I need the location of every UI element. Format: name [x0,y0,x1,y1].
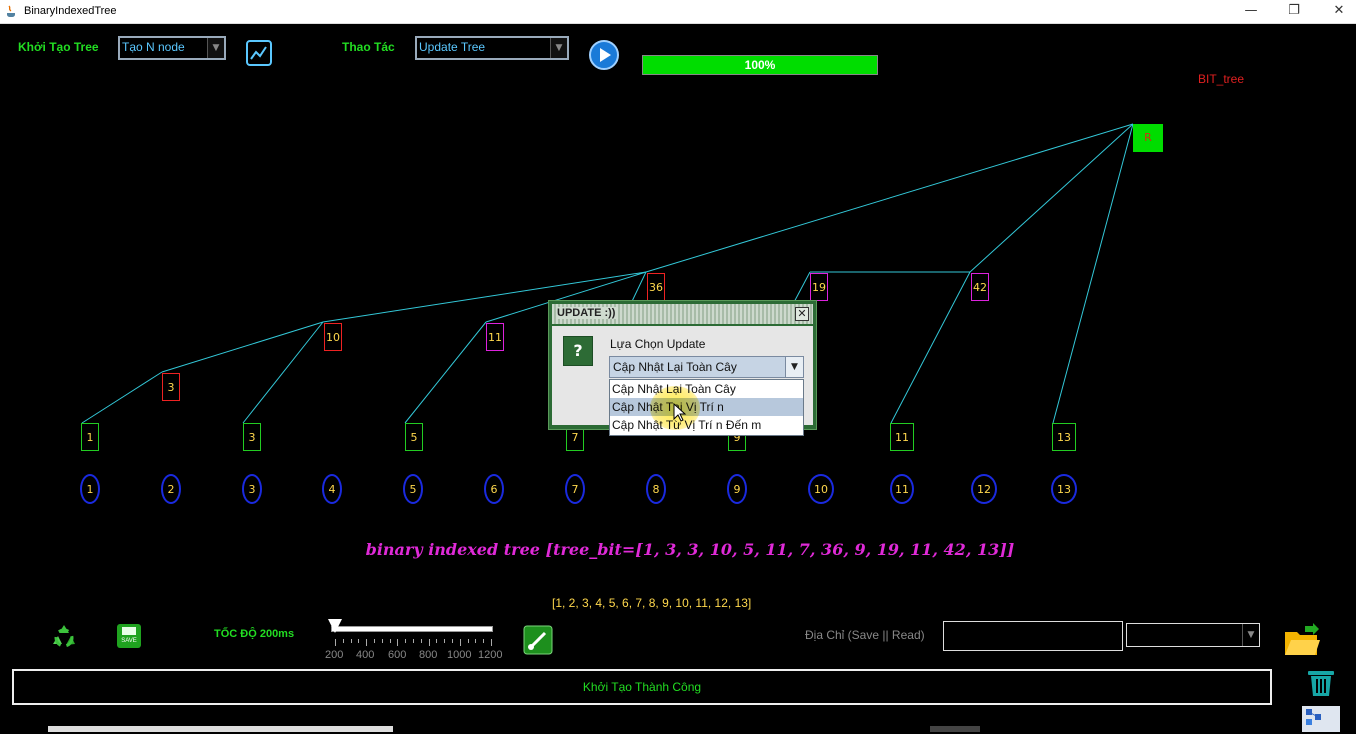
address-label: Địa Chỉ (Save || Read) [805,628,925,642]
slider-tick [444,639,446,643]
dialog-close-icon[interactable]: ✕ [795,307,809,321]
slider-tick [389,639,391,643]
index-node: 8 [646,474,666,504]
slider-tick [420,639,422,643]
slider-tick [342,639,344,643]
index-node: 5 [403,474,423,504]
dialog-titlebar: UPDATE :)) ✕ [552,304,813,324]
address-input[interactable] [943,621,1123,651]
slider-tick [413,639,414,643]
slider-tick-label: 1200 [478,649,503,661]
index-node: 13 [1051,474,1077,504]
index-node: 1 [80,474,100,504]
index-node: 6 [484,474,504,504]
speed-slider-thumb[interactable] [328,619,342,633]
recycle-icon[interactable] [50,622,78,650]
brush-icon[interactable] [523,625,553,655]
index-node: 11 [890,474,914,504]
slider-tick-label: 200 [325,649,344,661]
dropdown-option-highlighted[interactable]: Cập Nhật Tại Vị Trí n [610,398,803,416]
tree-root-node[interactable]: R [1133,124,1163,152]
slider-tick [436,639,438,643]
scrollbar-thumb[interactable] [930,726,980,732]
update-type-dropdown-list: Cập Nhật Lại Toàn Cây Cập Nhật Tại Vị Tr… [609,379,804,436]
horizontal-scrollbar[interactable] [48,726,393,732]
slider-tick [374,639,375,643]
index-node: 2 [161,474,181,504]
tree-leaf-node[interactable]: 5 [405,423,423,451]
save-icon[interactable]: SAVE [117,624,141,648]
update-type-value: Cập Nhật Lại Toàn Cây [613,360,737,374]
index-node: 10 [808,474,834,504]
chevron-down-icon[interactable]: ▼ [1242,624,1259,646]
slider-tick [397,639,399,646]
index-node: 12 [971,474,997,504]
slider-tick-label: 400 [356,649,375,661]
save-icon-caption: SAVE [121,638,137,644]
dropdown-option[interactable]: Cập Nhật Từ Vị Trí n Đến m [610,416,803,434]
slider-tick [452,639,453,643]
slider-tick-label: 800 [419,649,438,661]
dialog-prompt: Lựa Chọn Update [610,337,706,351]
mouse-pointer-icon [673,403,687,422]
slider-tick [483,639,485,643]
slider-tick [366,639,368,646]
slider-tick [405,639,407,643]
speed-label: TỐC ĐỘ 200ms [214,628,295,640]
slider-tick [428,639,430,646]
question-icon: ? [563,336,593,366]
tree-node[interactable]: 42 [971,273,989,301]
tree-leaf-node[interactable]: 3 [243,423,261,451]
update-type-select[interactable]: Cập Nhật Lại Toàn Cây ▼ [609,356,804,378]
index-node: 4 [322,474,342,504]
tree-node[interactable]: 36 [647,273,665,301]
slider-tick [381,639,383,643]
slider-tick-label: 600 [388,649,407,661]
index-node: 9 [727,474,747,504]
slider-tick [358,639,360,643]
chevron-down-icon[interactable]: ▼ [785,357,803,377]
trash-icon[interactable] [1304,667,1338,697]
folder-open-icon[interactable] [1283,622,1321,658]
speed-slider-track[interactable] [331,626,493,632]
input-array-text: [1, 2, 3, 4, 5, 6, 7, 8, 9, 10, 11, 12, … [552,596,752,610]
slider-tick-label: 1000 [447,649,472,661]
address-select[interactable]: ▼ [1126,623,1260,647]
bit-array-text: binary indexed tree [tree_bit=[1, 3, 3, … [365,540,1015,559]
slider-tick [475,639,477,643]
tree-node[interactable]: 19 [810,273,828,301]
slider-tick [335,639,336,646]
tree-leaf-node[interactable]: 11 [890,423,914,451]
index-node: 3 [242,474,262,504]
tree-node[interactable]: 10 [324,323,342,351]
tree-node[interactable]: 3 [162,373,180,401]
dialog-title: UPDATE :)) [557,307,619,319]
tree-node[interactable]: 11 [486,323,504,351]
slider-tick [467,639,469,643]
logo-icon [1302,706,1340,732]
tree-leaf-node[interactable]: 1 [81,423,99,451]
index-node: 7 [565,474,585,504]
slider-tick [491,639,492,646]
tree-leaf-node[interactable]: 13 [1052,423,1076,451]
dropdown-option[interactable]: Cập Nhật Lại Toàn Cây [610,380,803,398]
slider-tick [350,639,352,643]
status-bar: Khởi Tạo Thành Công [12,669,1272,705]
slider-tick [459,639,461,646]
